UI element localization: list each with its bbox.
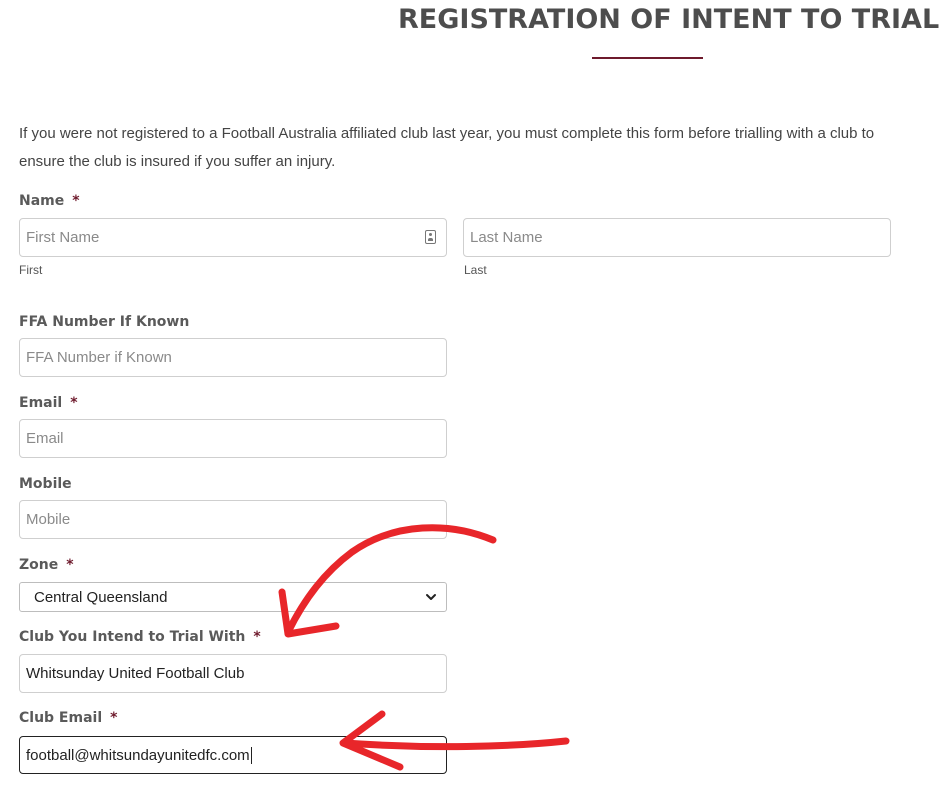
title-underline: [592, 57, 703, 59]
zone-label: Zone *: [19, 557, 74, 573]
club-email-input[interactable]: football@whitsundayunitedfc.com: [19, 736, 447, 774]
intro-text: If you were not registered to a Football…: [19, 125, 875, 170]
ffa-number-label: FFA Number If Known: [19, 314, 190, 330]
zone-label-text: Zone: [19, 557, 59, 573]
text-caret: [250, 746, 252, 764]
required-mark: *: [70, 395, 78, 411]
club-label: Club You Intend to Trial With *: [19, 629, 261, 645]
club-label-text: Club You Intend to Trial With: [19, 629, 246, 645]
last-sublabel: Last: [464, 263, 487, 277]
club-email-label: Club Email *: [19, 710, 117, 726]
required-mark: *: [66, 557, 74, 573]
last-name-input[interactable]: Last Name: [463, 218, 891, 257]
required-mark: *: [253, 629, 261, 645]
ffa-number-input[interactable]: FFA Number if Known: [19, 338, 447, 377]
red-arrow-to-club-field: [278, 524, 497, 638]
required-mark: *: [110, 710, 118, 726]
email-placeholder: Email: [26, 430, 64, 447]
club-email-value: football@whitsundayunitedfc.com: [26, 746, 250, 764]
mobile-label: Mobile: [19, 476, 72, 492]
club-value: Whitsunday United Football Club: [26, 665, 245, 682]
email-label: Email *: [19, 395, 78, 411]
last-name-placeholder: Last Name: [470, 229, 543, 246]
chevron-down-icon: [426, 594, 436, 600]
first-name-input[interactable]: First Name: [19, 218, 447, 257]
email-label-text: Email: [19, 395, 63, 411]
club-email-label-text: Club Email: [19, 710, 103, 726]
mobile-input[interactable]: Mobile: [19, 500, 447, 539]
email-input[interactable]: Email: [19, 419, 447, 458]
ffa-number-placeholder: FFA Number if Known: [26, 349, 172, 366]
name-label: Name *: [19, 193, 80, 209]
zone-select[interactable]: Central Queensland: [19, 582, 447, 612]
page-title: REGISTRATION OF INTENT TO TRIAL: [398, 4, 940, 35]
zone-selected-value: Central Queensland: [34, 588, 168, 606]
club-input[interactable]: Whitsunday United Football Club: [19, 654, 447, 693]
name-label-text: Name: [19, 193, 65, 209]
first-sublabel: First: [19, 263, 43, 277]
contact-card-icon[interactable]: [425, 230, 436, 244]
mobile-placeholder: Mobile: [26, 511, 71, 528]
required-mark: *: [72, 193, 80, 209]
first-name-placeholder: First Name: [26, 229, 100, 246]
